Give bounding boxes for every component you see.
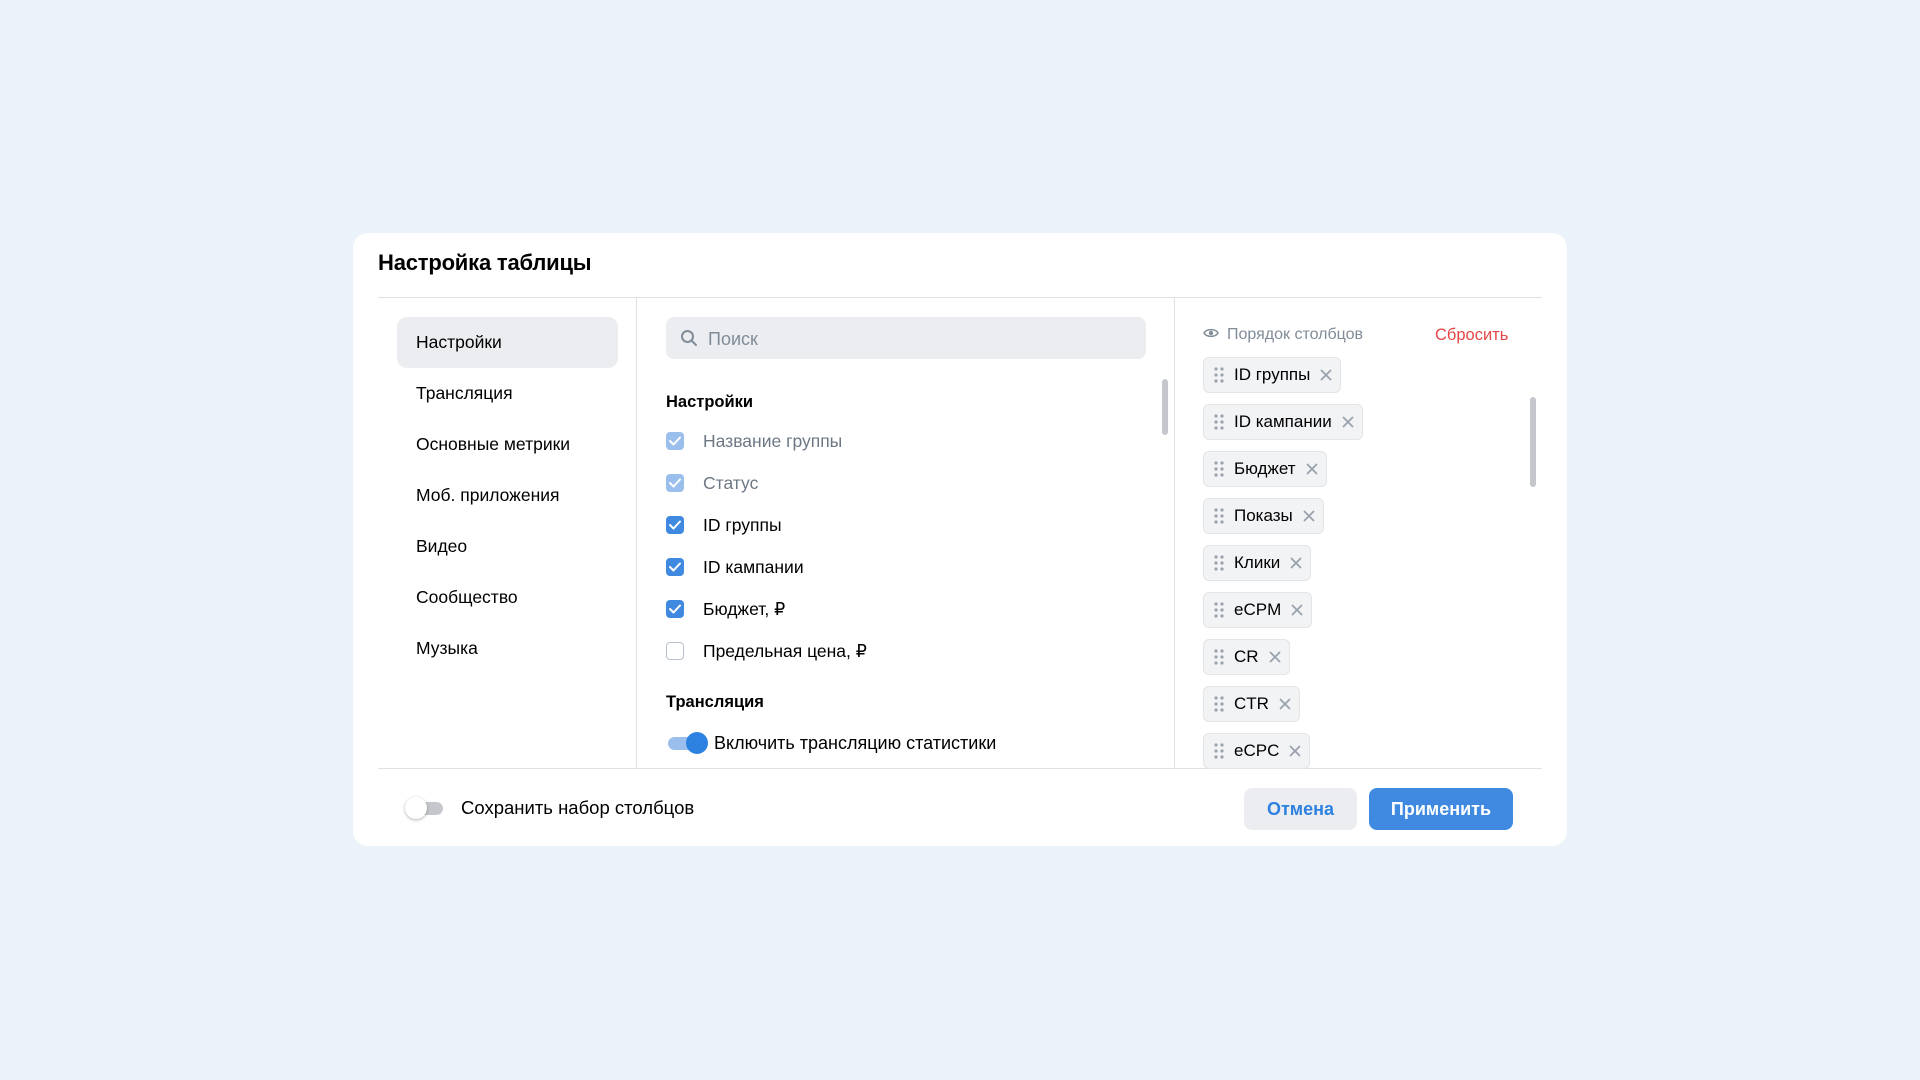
drag-handle-icon[interactable] (1214, 367, 1224, 383)
checkbox-label: Бюджет, ₽ (703, 598, 786, 619)
checkbox-label: Статус (703, 472, 759, 493)
column-chip[interactable]: eCPM (1203, 592, 1313, 628)
column-order-list: ID группы ID кампании Бюджет Показы Клик… (1203, 357, 1363, 780)
column-divider-left (636, 298, 637, 768)
broadcast-toggle-label: Включить трансляцию статистики (714, 732, 997, 753)
drag-handle-icon[interactable] (1214, 649, 1224, 665)
apply-button[interactable]: Применить (1369, 788, 1513, 830)
column-order-header: Порядок столбцов (1203, 326, 1363, 344)
column-chip[interactable]: eCPC (1203, 733, 1311, 769)
nav-item-main-metrics[interactable]: Основные метрики (397, 419, 618, 470)
close-icon[interactable] (1306, 463, 1318, 475)
drag-handle-icon[interactable] (1214, 743, 1224, 759)
checkbox-label: Название группы (703, 430, 843, 451)
cancel-button[interactable]: Отмена (1244, 788, 1357, 830)
right-scrollbar[interactable] (1530, 397, 1536, 487)
checkmark-icon (669, 604, 681, 614)
close-icon[interactable] (1290, 557, 1302, 569)
drag-handle-icon[interactable] (1214, 508, 1224, 524)
close-icon[interactable] (1279, 698, 1291, 710)
checkmark-icon (669, 562, 681, 572)
nav-item-broadcast[interactable]: Трансляция (397, 368, 618, 419)
checkbox-checked[interactable] (666, 600, 684, 618)
checkbox-row-group-name[interactable]: Название группы (666, 426, 842, 456)
column-chip[interactable]: CR (1203, 639, 1290, 675)
modal-title: Настройка таблицы (378, 250, 592, 275)
column-chip-label: Бюджет (1234, 459, 1296, 478)
checkbox-unchecked[interactable] (666, 642, 684, 660)
checkbox-row-group-id[interactable]: ID группы (666, 510, 782, 540)
checkbox-row-campaign-id[interactable]: ID кампании (666, 552, 804, 582)
close-icon[interactable] (1269, 651, 1281, 663)
column-chip-label: eCPM (1234, 600, 1282, 619)
column-chip-label: CR (1234, 647, 1259, 666)
drag-handle-icon[interactable] (1214, 414, 1224, 430)
search-icon (680, 329, 698, 352)
checkbox-row-budget[interactable]: Бюджет, ₽ (666, 594, 785, 624)
column-chip[interactable]: ID кампании (1203, 404, 1363, 440)
middle-scrollbar[interactable] (1162, 379, 1168, 435)
close-icon[interactable] (1320, 369, 1332, 381)
footer-divider (378, 768, 1542, 769)
close-icon[interactable] (1303, 510, 1315, 522)
settings-nav: Настройки Трансляция Основные метрики Мо… (397, 317, 618, 674)
checkbox-label: Предельная цена, ₽ (703, 640, 867, 661)
column-chip[interactable]: Бюджет (1203, 451, 1327, 487)
search-field[interactable] (666, 317, 1146, 361)
checkbox-checked[interactable] (666, 516, 684, 534)
column-chip[interactable]: ID группы (1203, 357, 1342, 393)
column-chip-label: Клики (1234, 553, 1281, 572)
save-set-label: Сохранить набор столбцов (461, 797, 695, 818)
drag-handle-icon[interactable] (1214, 461, 1224, 477)
column-chip[interactable]: Показы (1203, 498, 1324, 534)
header-divider (378, 297, 1542, 298)
checkbox-label: ID группы (703, 514, 782, 535)
nav-item-music[interactable]: Музыка (397, 623, 618, 674)
column-chip-label: ID группы (1234, 365, 1311, 384)
checkbox-row-status[interactable]: Статус (666, 468, 758, 498)
search-input[interactable] (706, 317, 1130, 361)
column-chip-label: ID кампании (1234, 412, 1332, 431)
checkbox-row-max-price[interactable]: Предельная цена, ₽ (666, 636, 867, 666)
save-set-toggle[interactable] (405, 797, 445, 819)
column-chip-label: CTR (1234, 694, 1269, 713)
nav-item-community[interactable]: Сообщество (397, 572, 618, 623)
checkmark-icon (669, 520, 681, 530)
broadcast-toggle-row[interactable]: Включить трансляцию статистики (666, 732, 996, 754)
checkmark-icon (669, 436, 681, 446)
drag-handle-icon[interactable] (1214, 602, 1224, 618)
nav-item-settings[interactable]: Настройки (397, 317, 618, 368)
eye-icon (1203, 326, 1219, 344)
broadcast-section-title: Трансляция (666, 693, 764, 711)
column-divider-right (1174, 298, 1175, 768)
column-chip-label: Показы (1234, 506, 1293, 525)
nav-item-video[interactable]: Видео (397, 521, 618, 572)
close-icon[interactable] (1289, 745, 1301, 757)
checkbox-label: ID кампании (703, 556, 804, 577)
drag-handle-icon[interactable] (1214, 696, 1224, 712)
column-order-title: Порядок столбцов (1227, 326, 1364, 343)
save-set-toggle-row[interactable]: Сохранить набор столбцов (405, 797, 694, 819)
table-settings-modal: Настройка таблицы Настройки Трансляция О… (353, 233, 1567, 846)
drag-handle-icon[interactable] (1214, 555, 1224, 571)
nav-item-mobile-apps[interactable]: Моб. приложения (397, 470, 618, 521)
checkbox-checked-disabled[interactable] (666, 474, 684, 492)
column-chip-label: eCPC (1234, 741, 1280, 760)
column-chip[interactable]: Клики (1203, 545, 1312, 581)
reset-button[interactable]: Сбросить (1435, 326, 1508, 345)
close-icon[interactable] (1291, 604, 1303, 616)
column-chip[interactable]: CTR (1203, 686, 1300, 722)
close-icon[interactable] (1342, 416, 1354, 428)
checkbox-checked[interactable] (666, 558, 684, 576)
checkmark-icon (669, 478, 681, 488)
broadcast-toggle[interactable] (666, 732, 708, 754)
checkbox-checked-disabled[interactable] (666, 432, 684, 450)
settings-section-title: Настройки (666, 393, 754, 411)
